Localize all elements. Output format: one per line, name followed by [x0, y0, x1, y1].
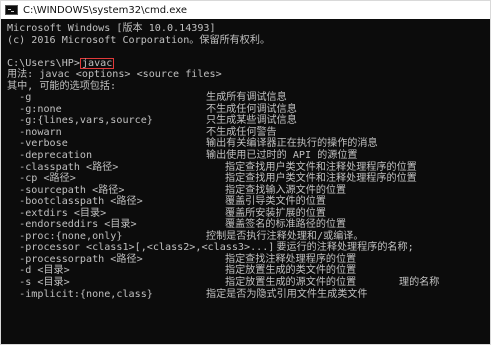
option-description: 指定放置生成的源文件的位置	[225, 277, 357, 289]
option-description: 指定查找用户类文件和注释处理程序的位置	[225, 161, 417, 173]
option-description: 输出使用已过时的 API 的源位置	[206, 150, 358, 162]
option-row: -cp <路径> 指定查找用户类文件和注释处理程序的位置	[7, 173, 490, 185]
option-row: -g 生成所有调试信息	[7, 92, 490, 104]
option-row: -processorpath <路径> 指定查找注释处理程序的位置	[7, 254, 490, 266]
option-row: -sourcepath <路径> 指定查找输入源文件的位置	[7, 185, 490, 197]
option-flag: -processorpath <路径>	[7, 253, 143, 265]
option-row: -extdirs <目录> 覆盖所安装扩展的位置	[7, 208, 490, 220]
option-description: 指定是否为隐式引用文件生成类文件	[206, 288, 368, 300]
option-flag: -g	[7, 92, 32, 104]
option-flag: -verbose	[7, 138, 68, 150]
option-row: -verbose 输出有关编译器正在执行的操作的消息	[7, 138, 490, 150]
option-row: -d <目录> 指定放置生成的类文件的位置	[7, 265, 490, 277]
usage-line: 用法: javac <options> <source files>	[7, 69, 222, 81]
option-description: 生成所有调试信息	[206, 92, 287, 104]
option-row: -proc:{none,only} 控制是否执行注释处理和/或编译。	[7, 231, 490, 243]
option-flag: -nowarn	[7, 126, 62, 138]
option-description: 不生成任何调试信息	[206, 103, 297, 115]
option-description: 要运行的注释处理程序的名称;	[276, 242, 414, 254]
option-flag: -endorseddirs <目录>	[7, 219, 137, 231]
option-row: -implicit:{none,class} 指定是否为隐式引用文件生成类文件	[7, 289, 490, 301]
option-row: -g:none 不生成任何调试信息	[7, 104, 490, 116]
option-description: 指定查找用户类文件和注释处理程序的位置	[225, 173, 417, 185]
option-description: 控制是否执行注释处理和/或编译。	[206, 230, 364, 242]
option-row: -classpath <路径> 指定查找用户类文件和注释处理程序的位置	[7, 162, 490, 174]
option-flag: -sourcepath <路径>	[7, 184, 125, 196]
option-flag: -d <目录>	[7, 265, 70, 277]
title-bar[interactable]: C:\WINDOWS\system32\cmd.exe	[1, 1, 490, 19]
cmd-window: C:\WINDOWS\system32\cmd.exe Microsoft Wi…	[0, 0, 491, 345]
option-description: 指定查找输入源文件的位置	[225, 184, 347, 196]
option-flag: -proc:{none,only}	[7, 230, 123, 242]
console-icon	[5, 5, 18, 15]
option-description: 不生成任何警告	[206, 126, 277, 138]
options-intro: 其中, 可能的选项包括:	[7, 80, 117, 92]
option-flag: -g:{lines,vars,source}	[7, 115, 153, 127]
option-flag: -classpath <路径>	[7, 161, 119, 173]
option-flag: -processor <class1>[,<class2>,<class3>..…	[7, 242, 275, 254]
console-output[interactable]: Microsoft Windows [版本 10.0.14393] (c) 20…	[1, 19, 490, 344]
option-row: -endorseddirs <目录> 覆盖签名的标准路径的位置	[7, 219, 490, 231]
option-flag: -cp <路径>	[7, 173, 76, 185]
option-row: -nowarn 不生成任何警告	[7, 127, 490, 139]
option-flag: -s <目录>	[7, 277, 70, 289]
option-flag: -bootclasspath <路径>	[7, 196, 143, 208]
option-row: -bootclasspath <路径> 覆盖引导类文件的位置	[7, 196, 490, 208]
option-flag: -extdirs <目录>	[7, 207, 107, 219]
option-row: -g:{lines,vars,source} 只生成某些调试信息	[7, 115, 490, 127]
copyright-line: (c) 2016 Microsoft Corporation。保留所有权利。	[7, 34, 271, 46]
option-description: 指定查找注释处理程序的位置	[225, 253, 357, 265]
option-description: 覆盖引导类文件的位置	[225, 196, 326, 208]
option-flag: -implicit:{none,class}	[7, 288, 153, 300]
prompt-path: C:\Users\HP>	[7, 57, 80, 69]
option-flag: -g:none	[7, 103, 62, 115]
option-flag: -deprecation	[7, 150, 93, 162]
command-highlight: javac	[79, 57, 115, 69]
option-description: 覆盖签名的标准路径的位置	[225, 219, 347, 231]
window-title: C:\WINDOWS\system32\cmd.exe	[23, 4, 187, 16]
option-description: 覆盖所安装扩展的位置	[225, 207, 326, 219]
option-row: -deprecation 输出使用已过时的 API 的源位置	[7, 150, 490, 162]
option-row: -processor <class1>[,<class2>,<class3>..…	[7, 242, 490, 254]
option-list: -g 生成所有调试信息 -g:none 不生成任何调试信息 -g:{lines,va…	[7, 92, 490, 300]
option-description: 指定放置生成的类文件的位置	[225, 265, 357, 277]
option-row: -s <目录> 指定放置生成的源文件的位置 理的名称	[7, 277, 490, 289]
prompt-line: C:\Users\HP> javac	[7, 57, 490, 70]
option-description: 只生成某些调试信息	[206, 115, 297, 127]
option-trailing-text: 理的名称	[399, 277, 440, 289]
option-description: 输出有关编译器正在执行的操作的消息	[206, 138, 378, 150]
version-line: Microsoft Windows [版本 10.0.14393]	[7, 23, 216, 34]
